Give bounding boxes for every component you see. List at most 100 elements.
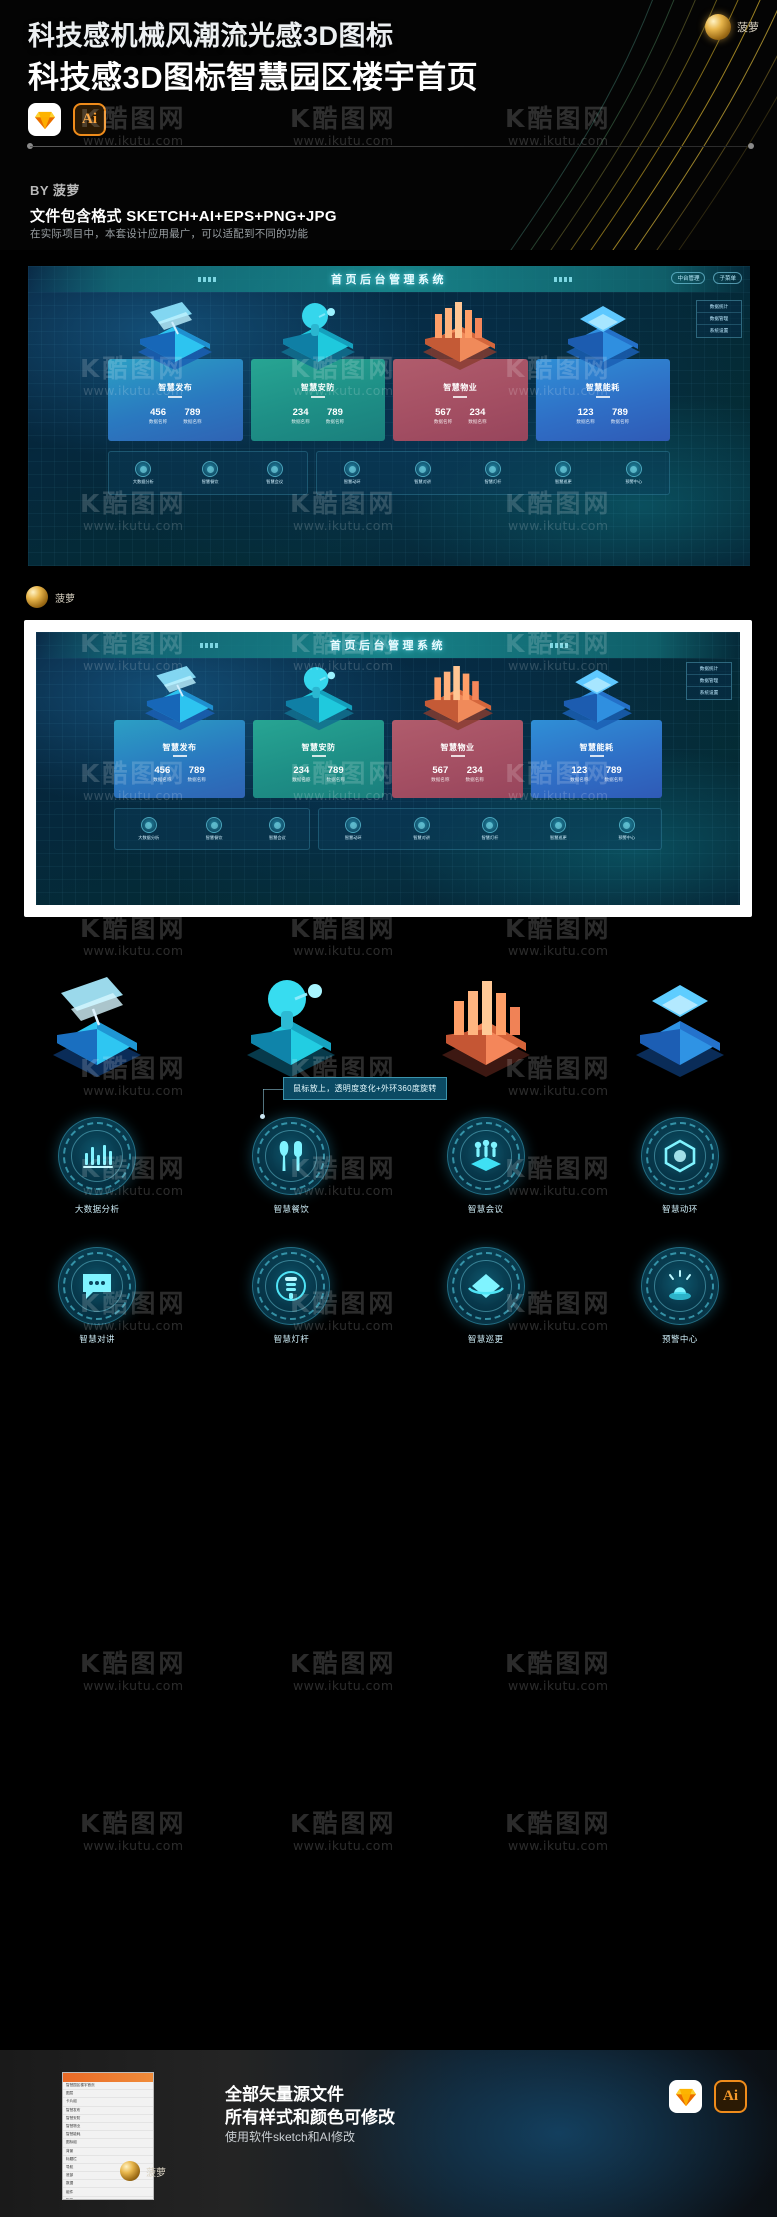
icon-circle[interactable]: [58, 1247, 137, 1325]
strip-item[interactable]: 智慧餐饮: [206, 817, 222, 841]
alarm-icon: [642, 1248, 718, 1324]
dashboard-card-智慧物业[interactable]: 智慧物业 567 数据名称 234 数据名称: [392, 666, 523, 798]
strip-item[interactable]: 智慧巡更: [550, 817, 567, 841]
icon-circle[interactable]: [446, 1247, 525, 1325]
side-panel-item[interactable]: 系统设置: [687, 687, 731, 698]
strip-item[interactable]: 大数据分析: [133, 461, 154, 485]
illustrator-logo-icon: Ai: [73, 103, 106, 136]
watermark-brand: K酷图网: [80, 1649, 187, 1678]
card-stats: 456 数据名称 789 数据名称: [108, 407, 243, 425]
strip-item[interactable]: 智慧餐饮: [202, 461, 218, 485]
watermark-brand: K酷图网: [290, 914, 397, 943]
dashboard-side-panel[interactable]: 数据统计 数据管理 系统设置: [686, 662, 732, 700]
icon-item-智慧会议[interactable]: 智慧会议: [411, 1117, 561, 1215]
icon-strip-right: 智慧动环 智慧对讲 智慧灯杆 智慧巡更 预警中心: [316, 451, 670, 495]
strip-item[interactable]: 智慧灯杆: [482, 817, 498, 841]
icon-item-智慧动环[interactable]: 智慧动环: [605, 1117, 755, 1215]
card-stat: 789 数据名称: [327, 765, 345, 783]
strip-item[interactable]: 预警中心: [618, 817, 635, 841]
dashboard-card-智慧安防[interactable]: 智慧安防 234 数据名称 789 数据名称: [253, 666, 384, 798]
stat-label: 数据名称: [465, 777, 484, 783]
watermark-url: www.ikutu.com: [292, 1677, 394, 1693]
strip-label: 智慧对讲: [413, 835, 430, 840]
camera-3d-icon: [247, 980, 336, 1077]
strip-item[interactable]: 智慧对讲: [413, 817, 430, 841]
by-author-line: BY 菠萝: [30, 183, 80, 198]
strip-label: 智慧会议: [268, 835, 286, 840]
header-pill-2[interactable]: 子菜单: [713, 272, 742, 284]
icon-item-智慧餐饮[interactable]: 智慧餐饮: [216, 1117, 366, 1215]
side-panel-item[interactable]: 数据管理: [697, 313, 741, 326]
side-panel-item[interactable]: 系统设置: [697, 325, 741, 336]
dashboard-side-panel[interactable]: 数据统计 数据管理 系统设置: [696, 300, 742, 338]
icon-circle[interactable]: [58, 1117, 137, 1195]
dashboard-header-actions[interactable]: 中台管理 子菜单: [671, 272, 742, 284]
icon-item-大数据分析[interactable]: 大数据分析: [22, 1117, 172, 1215]
illustrator-logo-icon: Ai: [714, 2080, 747, 2113]
strip-label: 智慧巡更: [549, 835, 567, 840]
stat-value: 789: [327, 765, 344, 776]
meeting-icon: [266, 461, 283, 477]
strip-item[interactable]: 预警中心: [625, 461, 642, 485]
patrol-icon: [550, 817, 567, 833]
watermark: K酷图网 www.ikutu.com: [505, 1649, 611, 1693]
stat-value: 789: [612, 407, 628, 418]
dashboard-card-智慧安防[interactable]: 智慧安防 234 数据名称 789 数据名称: [250, 303, 385, 441]
stat-label: 数据名称: [431, 777, 450, 783]
dashboard-title: 首页后台管理系统: [331, 274, 447, 286]
layer-row: 数据: [63, 2180, 153, 2189]
side-panel-item[interactable]: 数据统计: [697, 301, 741, 314]
header-pill-1[interactable]: 中台管理: [671, 272, 706, 284]
dashboard-card-智慧发布[interactable]: 智慧发布 456 数据名称 789 数据名称: [108, 302, 243, 441]
icon-circle[interactable]: [446, 1117, 525, 1195]
card-name: 智慧发布: [158, 383, 193, 392]
card-stat: 234 数据名称: [465, 765, 484, 783]
dashboard-card-智慧能耗[interactable]: 智慧能耗 123 数据名称 789 数据名称: [531, 669, 662, 798]
card-underline: [168, 396, 183, 398]
strip-item[interactable]: 智慧对讲: [414, 461, 431, 485]
strip-item[interactable]: 智慧会议: [266, 461, 283, 485]
stat-label: 数据名称: [604, 777, 623, 783]
icon-circle[interactable]: [252, 1117, 331, 1195]
footer-author-name: 菠萝: [146, 2167, 166, 2179]
stat-value: 789: [327, 407, 343, 418]
icon-circle[interactable]: [640, 1247, 719, 1325]
icon-circle[interactable]: [252, 1247, 331, 1325]
big-icon-showcase-row: [0, 975, 777, 1085]
footer-author-badge: 菠萝: [120, 2161, 166, 2181]
layer-row: 智慧园区楼宇首页: [63, 2082, 153, 2091]
dashboard-card-智慧发布[interactable]: 智慧发布 456 数据名称 789 数据名称: [114, 666, 245, 798]
card-stat: 123 数据名称: [570, 765, 588, 783]
icon-item-预警中心[interactable]: 预警中心: [605, 1247, 755, 1345]
watermark-url: www.ikutu.com: [82, 1837, 184, 1853]
strip-item[interactable]: 智慧灯杆: [485, 461, 501, 485]
hexagon-icon: [345, 817, 362, 833]
icon-item-智慧巡更[interactable]: 智慧巡更: [411, 1247, 561, 1345]
card-stat: 234 数据名称: [292, 765, 310, 783]
hero-description-line: 在实际项目中，本套设计应用最广，可以适配到不同的功能: [30, 228, 309, 240]
icon-grid-row-2: 智慧对讲 智慧灯杆 智慧巡更 预警中心: [0, 1247, 777, 1345]
stat-value: 123: [577, 407, 594, 418]
strip-item[interactable]: 智慧会议: [269, 817, 286, 841]
header-dots-left: [200, 643, 218, 648]
strip-label: 大数据分析: [132, 479, 154, 484]
bar-chart-icon: [135, 461, 152, 477]
card-underline: [310, 396, 325, 398]
strip-item[interactable]: 智慧巡更: [555, 461, 572, 485]
stat-label: 数据名称: [187, 777, 206, 783]
strip-label: 预警中心: [625, 479, 643, 484]
strip-item[interactable]: 智慧动环: [345, 817, 362, 841]
icon-circle[interactable]: [640, 1117, 719, 1195]
card-stat: 789 数据名称: [187, 765, 206, 783]
layer-row: 智慧物业: [63, 2123, 153, 2132]
icon-item-智慧灯杆[interactable]: 智慧灯杆: [216, 1247, 366, 1345]
side-panel-item[interactable]: 数据管理: [687, 675, 731, 688]
dashboard-card-智慧物业[interactable]: 智慧物业 567 数据名称 234 数据名称: [393, 302, 528, 441]
dashboard-card-智慧能耗[interactable]: 智慧能耗 123 数据名称 789 数据名称: [535, 306, 670, 441]
strip-item[interactable]: 智慧动环: [344, 461, 361, 485]
sketch-logo-icon: [669, 2080, 702, 2113]
strip-item[interactable]: 大数据分析: [138, 817, 159, 841]
chat-bubble-icon: [59, 1248, 135, 1324]
icon-item-智慧对讲[interactable]: 智慧对讲: [22, 1247, 172, 1345]
side-panel-item[interactable]: 数据统计: [687, 663, 731, 676]
